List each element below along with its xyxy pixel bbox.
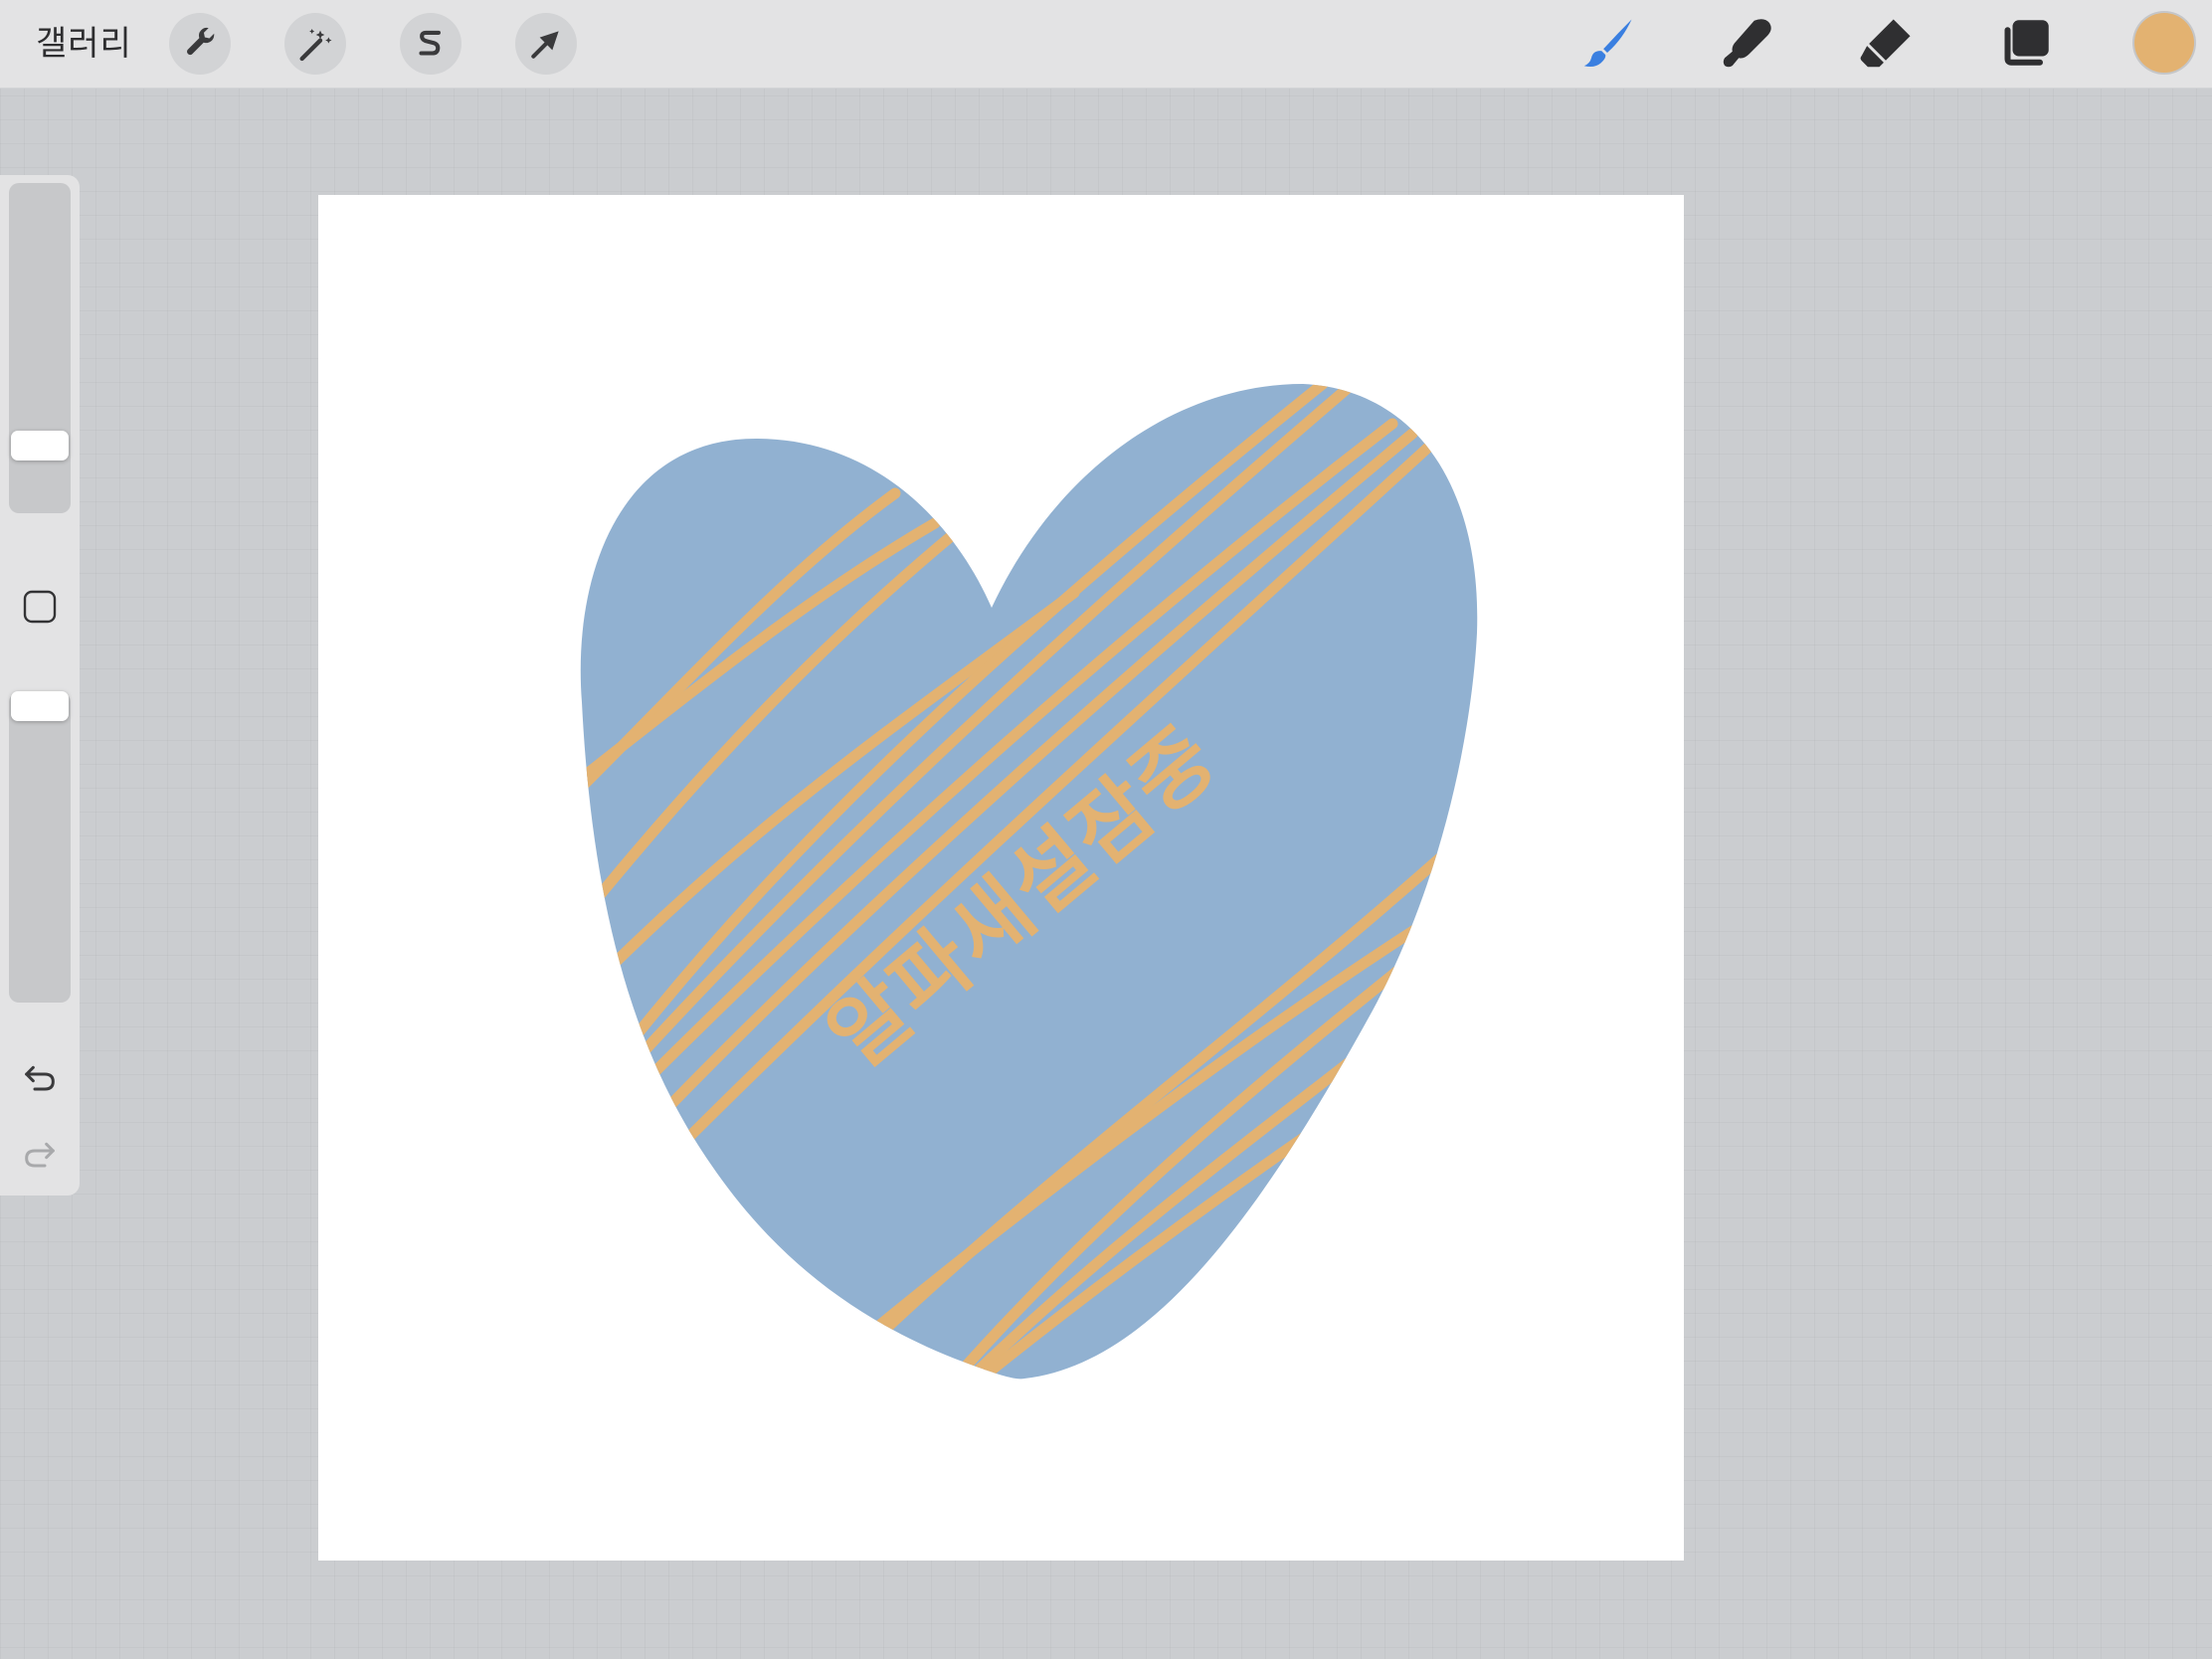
arrow-cursor-icon xyxy=(531,31,559,59)
layers-icon xyxy=(2004,20,2049,66)
color-picker-button[interactable] xyxy=(2134,13,2194,73)
eraser-tool-button[interactable] xyxy=(1852,10,1920,78)
wrench-icon xyxy=(187,27,215,56)
adjustments-button[interactable] xyxy=(284,13,346,75)
square-modify-icon xyxy=(23,590,57,624)
selection-button[interactable] xyxy=(400,13,461,75)
gallery-button[interactable]: 갤러리 xyxy=(36,22,132,66)
left-sidebar xyxy=(0,175,80,1196)
brush-size-handle[interactable] xyxy=(11,431,69,461)
undo-button[interactable] xyxy=(20,1059,60,1099)
transform-button[interactable] xyxy=(515,13,577,75)
smudge-finger-icon xyxy=(1723,19,1771,68)
smudge-tool-button[interactable] xyxy=(1713,10,1780,78)
magic-wand-icon xyxy=(299,29,332,62)
redo-icon xyxy=(25,1142,55,1168)
drawing-canvas[interactable]: 알파새설잠중 xyxy=(318,195,1684,1561)
selection-s-icon xyxy=(419,30,441,56)
paintbrush-icon xyxy=(1583,19,1632,68)
layers-button[interactable] xyxy=(1991,10,2059,78)
eraser-icon xyxy=(1860,19,1911,68)
actions-button[interactable] xyxy=(169,13,231,75)
redo-button[interactable] xyxy=(20,1136,60,1176)
undo-icon xyxy=(25,1065,55,1091)
top-toolbar: 갤러리 xyxy=(0,0,2212,89)
brush-tool-button[interactable] xyxy=(1573,10,1641,78)
opacity-handle[interactable] xyxy=(11,691,69,721)
modify-button[interactable] xyxy=(23,590,57,624)
opacity-slider[interactable] xyxy=(9,692,71,1003)
brush-size-slider[interactable] xyxy=(9,183,71,513)
